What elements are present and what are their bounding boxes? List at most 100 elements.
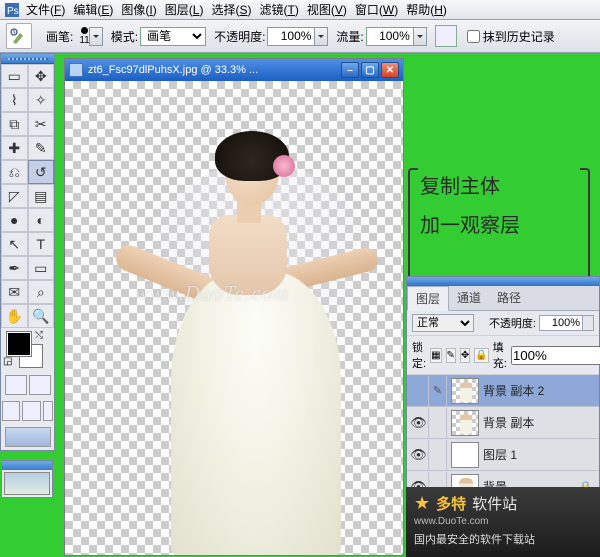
history-brush-icon[interactable] [6,23,32,49]
svg-text:Ps: Ps [7,6,19,17]
shape-tool[interactable]: ▭ [28,256,55,280]
navigator-mini[interactable] [1,460,53,498]
opacity-input[interactable] [267,27,315,46]
lock-trans-icon[interactable]: ▦ [430,348,441,363]
layer-thumb[interactable] [451,378,479,404]
brand-tagline: 国内最安全的软件下载站 [414,531,592,547]
marquee-tool[interactable]: ▭ [1,64,28,88]
gradient-tool[interactable]: ▤ [28,184,55,208]
menu-edit[interactable]: 编辑(E) [71,1,115,18]
mode-select[interactable]: 画笔 [140,27,206,46]
panel-opacity-drop[interactable] [582,315,594,331]
menu-help[interactable]: 帮助(H) [404,1,449,18]
opacity-dropdown[interactable] [314,27,328,46]
visibility-toggle[interactable] [409,376,429,406]
flow-dropdown[interactable] [413,27,427,46]
foreground-color[interactable] [7,332,31,356]
panel-opacity-input[interactable] [539,315,583,331]
layer-row[interactable]: 👁 背景 副本 [407,407,599,439]
brand-suffix: 软件站 [472,493,517,514]
hand-tool[interactable]: ✋ [1,304,28,328]
screen-full[interactable] [43,401,53,421]
standard-mode[interactable] [5,375,27,395]
jump-to-ir[interactable] [5,427,51,447]
brush-tool[interactable]: ✎ [28,136,55,160]
layer-name: 背景 副本 [483,414,534,431]
window-title: zt6_Fsc97dlPuhsX.jpg @ 33.3% ... [88,64,341,76]
zoom-tool[interactable]: 🔍 [28,304,55,328]
maximize-button[interactable]: ▢ [361,62,379,78]
lock-all-icon[interactable]: 🔒 [474,348,488,363]
lock-paint-icon[interactable]: ✎ [446,348,456,363]
layers-panel: 图层 通道 路径 正常 不透明度: 锁定: ▦ ✎ ✥ 🔒 填充: ✎ 背景 副… [406,276,600,504]
link-toggle[interactable] [429,408,447,438]
brand-domain: www.DuoTe.com [414,516,592,527]
tab-layers[interactable]: 图层 [407,286,449,311]
visibility-toggle[interactable]: 👁 [409,408,429,438]
screen-full-menu[interactable] [22,401,40,421]
screen-std[interactable] [2,401,20,421]
dodge-tool[interactable]: ◐ [28,208,55,232]
menu-image[interactable]: 图像(I) [119,1,158,18]
layer-row[interactable]: ✎ 背景 副本 2 [407,375,599,407]
visibility-toggle[interactable]: 👁 [409,440,429,470]
minimize-button[interactable]: – [341,62,359,78]
lock-move-icon[interactable]: ✥ [460,348,470,363]
site-footer: ★ 多特软件站 www.DuoTe.com 国内最安全的软件下载站 [406,487,600,557]
fill-input[interactable] [511,346,600,365]
brush-dropdown[interactable] [89,27,103,46]
default-colors-icon[interactable]: ◲ [3,356,12,367]
fill-label: 填充: [493,339,507,371]
blur-tool[interactable]: ● [1,208,28,232]
notes-tool[interactable]: ✉ [1,280,28,304]
panel-grip[interactable] [407,277,599,286]
history-brush-tool[interactable]: ↺ [28,160,55,184]
menu-bar: Ps 文件(F) 编辑(E) 图像(I) 图层(L) 选择(S) 滤镜(T) 视… [0,0,600,20]
flow-input[interactable] [366,27,414,46]
window-titlebar[interactable]: zt6_Fsc97dlPuhsX.jpg @ 33.3% ... – ▢ ✕ [65,59,403,81]
slice-tool[interactable]: ✂ [28,112,55,136]
eraser-tool[interactable]: ◸ [1,184,28,208]
pen-tool[interactable]: ✒ [1,256,28,280]
layer-thumb[interactable] [451,410,479,436]
type-tool[interactable]: T [28,232,55,256]
layer-name: 图层 1 [483,446,517,463]
airbrush-toggle[interactable] [435,25,457,47]
panel-tabs: 图层 通道 路径 [407,286,599,311]
menu-select[interactable]: 选择(S) [209,1,253,18]
crop-tool[interactable]: ⧉ [1,112,28,136]
menu-view[interactable]: 视图(V) [305,1,349,18]
tab-channels[interactable]: 通道 [449,286,489,310]
history-checkbox[interactable]: 抹到历史记录 [467,28,555,45]
quickmask-mode[interactable] [29,375,51,395]
canvas[interactable]: www.DuoTe.com [65,81,403,555]
move-tool[interactable]: ✥ [28,64,55,88]
link-toggle[interactable]: ✎ [429,376,447,406]
tab-paths[interactable]: 路径 [489,286,529,310]
watermark: www.DuoTe.com [135,281,289,306]
layer-list: ✎ 背景 副本 2 👁 背景 副本 👁 图层 1 👁 背景 🔒 [407,375,599,503]
link-toggle[interactable] [429,440,447,470]
layer-row[interactable]: 👁 图层 1 [407,439,599,471]
eyedrop-tool[interactable]: ⌕ [28,280,55,304]
file-icon [69,63,83,77]
blend-mode-select[interactable]: 正常 [412,314,474,332]
opacity-label: 不透明度: [214,28,265,45]
swap-colors-icon[interactable]: ⤭ [35,330,43,341]
color-wells[interactable]: ⤭ ◲ [1,328,54,372]
heal-tool[interactable]: ✚ [1,136,28,160]
menu-filter[interactable]: 滤镜(T) [257,1,300,18]
menu-file[interactable]: 文件(F) [24,1,67,18]
lasso-tool[interactable]: ⌇ [1,88,28,112]
layer-thumb[interactable] [451,442,479,468]
bride-figure [79,101,391,555]
path-tool[interactable]: ↖ [1,232,28,256]
menu-window[interactable]: 窗口(W) [353,1,400,18]
menu-layer[interactable]: 图层(L) [163,1,206,18]
toolbox-grip[interactable] [1,54,54,64]
close-button[interactable]: ✕ [381,62,399,78]
stamp-tool[interactable]: ⎌ [1,160,28,184]
wand-tool[interactable]: ✧ [28,88,55,112]
layer-name: 背景 副本 2 [483,382,544,399]
star-icon: ★ [414,493,430,514]
